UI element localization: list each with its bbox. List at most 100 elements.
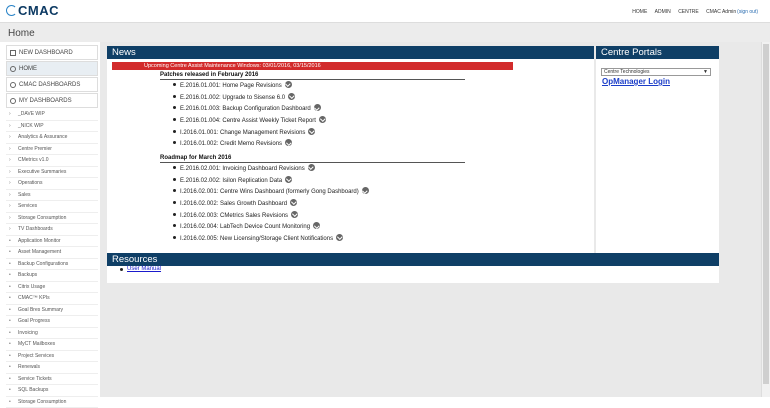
news-item: I.2016.02.003: CMetrics Sales Revisions: [173, 211, 369, 223]
sidebar-item-label: Citrix Usage: [18, 284, 45, 290]
title-bar: Home: [0, 22, 770, 42]
sidebar-item[interactable]: •Goal Bres Summary: [6, 305, 98, 317]
news-item: E.2016.01.003: Backup Configuration Dash…: [173, 104, 326, 116]
expand-chevron-icon[interactable]: [290, 199, 297, 206]
page-scrollbar[interactable]: [761, 42, 770, 397]
sidebar-item[interactable]: ›_NICK WIP: [6, 121, 98, 133]
expand-chevron-icon[interactable]: [313, 222, 320, 229]
sidebar-item[interactable]: •Backups: [6, 270, 98, 282]
sidebar-item[interactable]: •Asset Management: [6, 247, 98, 259]
news-item-text: I.2016.02.003: CMetrics Sales Revisions: [180, 213, 288, 219]
sidebar-item[interactable]: ›Centre Premier: [6, 144, 98, 156]
sidebar-item-label: Renewals: [18, 364, 40, 370]
sidebar-item[interactable]: •Application Monitor: [6, 236, 98, 248]
sidebar-item[interactable]: ›Operations: [6, 178, 98, 190]
sidebar-item-label: MY DASHBOARDS: [19, 98, 72, 104]
expand-chevron-icon[interactable]: [319, 116, 326, 123]
sidebar-item[interactable]: ›_DAVE WIP: [6, 109, 98, 121]
sidebar-item-label: Goal Bres Summary: [18, 307, 63, 313]
bullet-icon: •: [9, 376, 14, 382]
sidebar-item[interactable]: •Storage Consumption: [6, 397, 98, 408]
roadmap-list: E.2016.02.001: Invoicing Dashboard Revis…: [173, 164, 369, 246]
portal-select-value: Centre Technologies: [604, 69, 650, 75]
expand-chevron-icon[interactable]: [314, 104, 321, 111]
news-item: E.2016.02.001: Invoicing Dashboard Revis…: [173, 164, 369, 176]
bullet-icon: [173, 201, 176, 204]
news-item: I.2016.02.004: LabTech Device Count Moni…: [173, 222, 369, 234]
user-name: CMAC Admin: [706, 9, 736, 15]
sidebar-item[interactable]: •MyCT Mailboxes: [6, 339, 98, 351]
scrollbar-thumb[interactable]: [763, 44, 769, 384]
sidebar-item[interactable]: •Invoicing: [6, 328, 98, 340]
sidebar-item[interactable]: •SQL Backups: [6, 385, 98, 397]
bullet-icon: •: [9, 284, 14, 290]
expand-chevron-icon[interactable]: [285, 139, 292, 146]
chevron-right-icon: ›: [9, 123, 14, 129]
sidebar-item[interactable]: • Citrix Usage: [6, 282, 98, 294]
chevron-right-icon: ›: [9, 157, 14, 163]
chevron-right-icon: ›: [9, 134, 14, 140]
new-dashboard-button[interactable]: NEW DASHBOARD: [6, 45, 98, 60]
sidebar-item[interactable]: ›Analytics & Assurance: [6, 132, 98, 144]
portal-select[interactable]: Centre Technologies ▼: [601, 68, 711, 76]
user-manual-link[interactable]: User Manual: [127, 266, 161, 272]
sidebar-item[interactable]: ›Services: [6, 201, 98, 213]
chevron-right-icon: ›: [9, 169, 14, 175]
sidebar-item-label: Backup Configurations: [18, 261, 68, 267]
chevron-down-icon: ▼: [703, 69, 708, 75]
sidebar-item[interactable]: •CMAC™ KPIs: [6, 293, 98, 305]
expand-chevron-icon[interactable]: [291, 211, 298, 218]
sidebar-item[interactable]: › Sales: [6, 190, 98, 202]
bullet-icon: •: [9, 238, 14, 244]
globe-icon: [10, 98, 16, 104]
sidebar-item[interactable]: •Backup Configurations: [6, 259, 98, 271]
news-item-text: E.2016.01.001: Home Page Revisions: [180, 83, 282, 89]
sidebar-item-label: CMAC DASHBOARDS: [19, 82, 80, 88]
sidebar-item[interactable]: › CMetrics v1.0: [6, 155, 98, 167]
patches-divider: [160, 79, 465, 80]
sidebar-item[interactable]: •Project Services: [6, 351, 98, 363]
maintenance-alert: Upcoming Centre Assist Maintenance Windo…: [112, 62, 513, 70]
expand-chevron-icon[interactable]: [285, 81, 292, 88]
sign-out-link[interactable]: (sign out): [737, 9, 758, 15]
sidebar-item[interactable]: •Renewals: [6, 362, 98, 374]
expand-chevron-icon[interactable]: [308, 128, 315, 135]
expand-chevron-icon[interactable]: [336, 234, 343, 241]
nav-admin-link[interactable]: ADMIN: [655, 9, 671, 15]
expand-chevron-icon[interactable]: [285, 176, 292, 183]
bullet-icon: [173, 95, 176, 98]
sidebar-item[interactable]: • Service Tickets: [6, 374, 98, 386]
sidebar-item-label: CMetrics v1.0: [18, 157, 49, 163]
new-dashboard-label: NEW DASHBOARD: [19, 50, 73, 56]
expand-chevron-icon[interactable]: [308, 164, 315, 171]
bullet-icon: [173, 213, 176, 216]
chevron-right-icon: ›: [9, 192, 14, 198]
nav-centre-link[interactable]: CENTRE: [678, 9, 699, 15]
sidebar-item[interactable]: HOME: [6, 61, 98, 76]
expand-chevron-icon[interactable]: [362, 187, 369, 194]
sidebar-item-label: Service Tickets: [18, 376, 52, 382]
bullet-icon: •: [9, 249, 14, 255]
sidebar-item[interactable]: CMAC DASHBOARDS: [6, 77, 98, 92]
news-item-text: E.2016.02.002: Isilon Replication Data: [180, 178, 282, 184]
plus-circle-icon: [10, 82, 16, 88]
news-item-text: I.2016.02.004: LabTech Device Count Moni…: [180, 224, 310, 230]
expand-chevron-icon[interactable]: [288, 93, 295, 100]
patches-heading: Patches released in February 2016: [160, 72, 258, 78]
sidebar-item-label: HOME: [19, 66, 37, 72]
news-item: I.2016.02.001: Centre Wins Dashboard (fo…: [173, 187, 369, 199]
chevron-right-icon: ›: [9, 203, 14, 209]
portals-header: Centre Portals: [596, 46, 719, 59]
sidebar-item[interactable]: ›TV Dashboards: [6, 224, 98, 236]
bullet-icon: [173, 141, 176, 144]
news-item: E.2016.02.002: Isilon Replication Data: [173, 176, 369, 188]
sidebar-item-label: Sales: [18, 192, 31, 198]
sidebar-item[interactable]: ›Executive Summaries: [6, 167, 98, 179]
sidebar-item[interactable]: ›Storage Consumption: [6, 213, 98, 225]
cmac-logo[interactable]: CMAC: [6, 3, 59, 18]
sidebar-item[interactable]: •Goal Progress: [6, 316, 98, 328]
sidebar-item[interactable]: MY DASHBOARDS: [6, 93, 98, 108]
nav-home-link[interactable]: HOME: [632, 9, 647, 15]
news-item-text: I.2016.01.002: Credit Memo Revisions: [180, 141, 282, 147]
opmanager-login-link[interactable]: OpManager Login: [602, 77, 670, 86]
